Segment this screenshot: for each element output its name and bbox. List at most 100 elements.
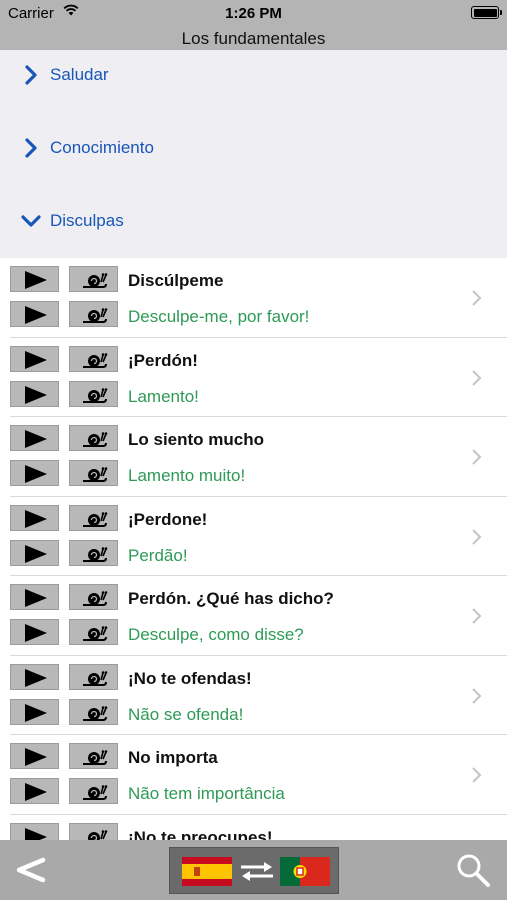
snail-icon: [83, 750, 108, 765]
play-icon: [25, 306, 47, 324]
play-spanish-button[interactable]: [10, 504, 59, 531]
phrase-row[interactable]: Perdón. ¿Qué has dicho? Desculpe, como di…: [0, 576, 507, 656]
snail-icon: [83, 387, 108, 403]
play-spanish-button[interactable]: [10, 663, 59, 690]
snail-icon: [83, 705, 108, 721]
play-portuguese-button[interactable]: [10, 778, 59, 804]
spanish-phrase: No importa: [128, 748, 218, 767]
top-bar: Carrier 1:26 PM Los fundamentales: [0, 0, 507, 50]
play-portuguese-slow-button[interactable]: [69, 380, 118, 407]
play-spanish-slow-button[interactable]: [69, 425, 118, 451]
play-spanish-slow-button[interactable]: [69, 504, 118, 531]
snail-icon: [83, 591, 108, 606]
language-switch-button[interactable]: [169, 847, 339, 894]
snail-icon: [83, 432, 108, 447]
portuguese-translation: Desculpe-me, por favor!: [128, 307, 310, 326]
play-spanish-button[interactable]: [10, 822, 59, 840]
snail-icon: [83, 670, 108, 686]
play-icon: [25, 465, 47, 483]
snail-icon: [83, 626, 108, 641]
spanish-phrase: ¡Perdone!: [128, 509, 208, 529]
section-list: Saludar Conocimiento Disculpas: [0, 50, 507, 258]
spanish-phrase: ¡Perdón!: [128, 350, 198, 370]
spanish-phrase: ¡No te preocupes!: [128, 827, 273, 841]
play-portuguese-button[interactable]: [10, 619, 59, 645]
play-portuguese-button[interactable]: [10, 460, 59, 486]
snail-icon: [83, 511, 108, 527]
play-icon: [25, 509, 47, 528]
play-portuguese-slow-button[interactable]: [69, 460, 118, 486]
chevron-down-icon: [21, 215, 41, 227]
search-icon[interactable]: [455, 852, 491, 888]
swap-arrows-icon: [241, 862, 273, 881]
portuguese-translation: Não se ofenda!: [128, 704, 244, 724]
play-spanish-slow-button[interactable]: [69, 266, 118, 292]
disclosure-chevron-icon: [472, 687, 482, 704]
spanish-phrase: ¡No te ofendas!: [128, 668, 252, 688]
section-label: Saludar: [50, 65, 109, 84]
phrase-row[interactable]: Lo siento mucho Lamento muito!: [0, 417, 507, 497]
play-portuguese-button[interactable]: [10, 539, 59, 566]
portuguese-translation: Perdão!: [128, 545, 188, 565]
phrase-row[interactable]: ¡Perdone! Perdão!: [0, 497, 507, 576]
disclosure-chevron-icon: [472, 290, 482, 306]
phrase-row[interactable]: ¡No te ofendas! Não se ofenda!: [0, 656, 507, 735]
play-spanish-slow-button[interactable]: [69, 743, 118, 769]
disclosure-chevron-icon: [472, 369, 482, 386]
play-icon: [25, 385, 47, 404]
clock: 1:26 PM: [225, 5, 282, 22]
play-icon: [25, 827, 47, 840]
play-portuguese-slow-button[interactable]: [69, 698, 118, 725]
disclosure-chevron-icon: [472, 449, 482, 465]
play-portuguese-slow-button[interactable]: [69, 539, 118, 566]
spanish-phrase: Perdón. ¿Qué has dicho?: [128, 589, 334, 608]
snail-icon: [83, 308, 108, 323]
play-portuguese-button[interactable]: [10, 698, 59, 725]
play-spanish-slow-button[interactable]: [69, 584, 118, 610]
play-spanish-slow-button[interactable]: [69, 663, 118, 690]
play-spanish-slow-button[interactable]: [69, 345, 118, 372]
chevron-right-icon: [25, 65, 37, 85]
play-portuguese-slow-button[interactable]: [69, 778, 118, 804]
section-conocimiento[interactable]: Conocimiento: [0, 127, 507, 167]
play-icon: [25, 350, 47, 369]
page-title: Los fundamentales: [181, 29, 326, 48]
battery-icon: [471, 6, 502, 19]
play-portuguese-slow-button[interactable]: [69, 619, 118, 645]
section-disculpas[interactable]: Disculpas: [0, 200, 507, 240]
play-portuguese-button[interactable]: [10, 301, 59, 327]
disclosure-chevron-icon: [472, 608, 482, 624]
disclosure-chevron-icon: [472, 767, 482, 783]
bottom-toolbar: [0, 840, 507, 900]
play-icon: [25, 624, 47, 642]
play-icon: [25, 748, 47, 766]
section-label: Conocimiento: [50, 138, 154, 157]
spain-flag-icon: [182, 857, 232, 886]
portugal-flag-icon: [280, 857, 330, 886]
status-bar: Carrier 1:26 PM: [0, 0, 507, 26]
play-spanish-button[interactable]: [10, 345, 59, 372]
phrase-row[interactable]: Discúlpeme Desculpe-me, por favor!: [0, 258, 507, 338]
disclosure-chevron-icon: [472, 528, 482, 545]
phrase-row[interactable]: ¡No te preocupes!: [0, 815, 507, 841]
play-icon: [25, 430, 47, 448]
portuguese-translation: Lamento!: [128, 386, 199, 406]
play-spanish-button[interactable]: [10, 584, 59, 610]
phrase-row[interactable]: No importa Não tem importância: [0, 735, 507, 815]
snail-icon: [83, 352, 108, 368]
spanish-phrase: Lo siento mucho: [128, 430, 264, 449]
snail-icon: [83, 546, 108, 562]
phrase-list: Discúlpeme Desculpe-me, por favor! ¡Perdón…: [0, 258, 507, 840]
play-spanish-button[interactable]: [10, 266, 59, 292]
play-icon: [25, 668, 47, 687]
play-portuguese-button[interactable]: [10, 380, 59, 407]
section-saludar[interactable]: Saludar: [0, 54, 507, 94]
play-spanish-button[interactable]: [10, 743, 59, 769]
phrase-row[interactable]: ¡Perdón! Lamento!: [0, 338, 507, 417]
back-chevron-icon[interactable]: [12, 850, 48, 890]
play-portuguese-slow-button[interactable]: [69, 301, 118, 327]
play-icon: [25, 703, 47, 722]
play-spanish-button[interactable]: [10, 425, 59, 451]
play-spanish-slow-button[interactable]: [69, 822, 118, 840]
snail-icon: [88, 829, 108, 840]
